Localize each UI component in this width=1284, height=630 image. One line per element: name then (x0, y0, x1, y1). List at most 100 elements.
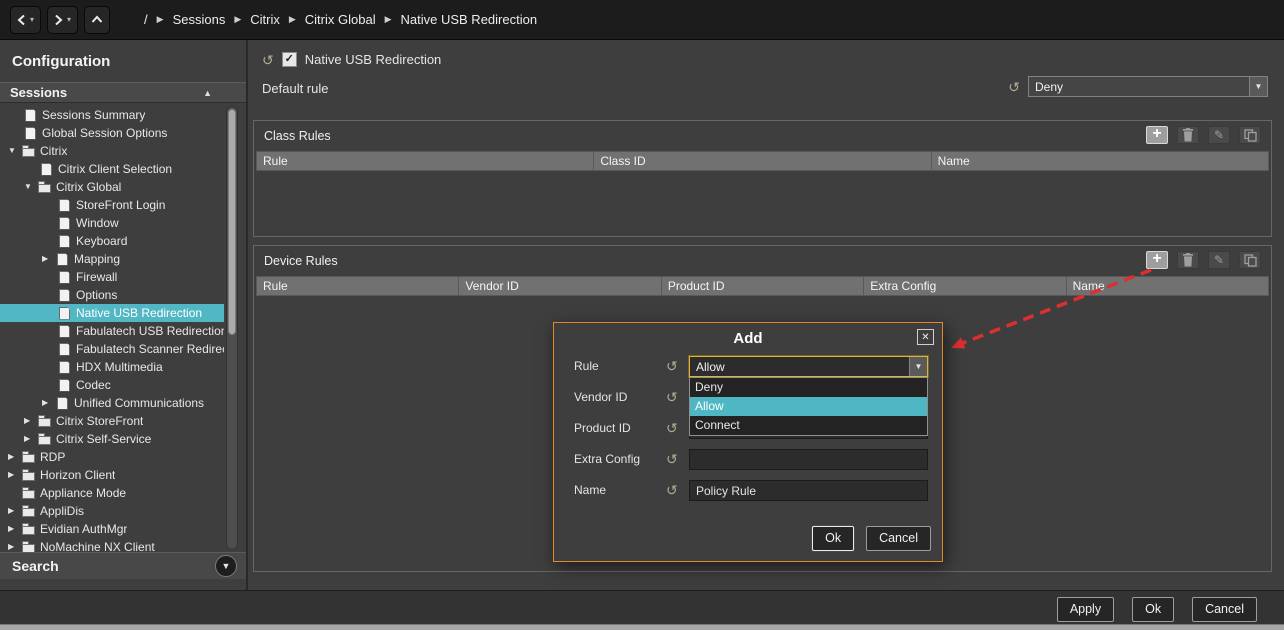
tree-item-label: Citrix Global (56, 180, 121, 194)
default-rule-dropdown[interactable]: Deny ▼ (1028, 76, 1268, 97)
edit-device-rule-button[interactable]: ✎ (1208, 251, 1230, 269)
dropdown-option-allow[interactable]: Allow (690, 397, 927, 416)
tree-item-fabulatech-scanner-redirection[interactable]: Fabulatech Scanner Redirection (0, 340, 224, 358)
tree-item-window[interactable]: Window (0, 214, 224, 232)
column-header-vendor-id[interactable]: Vendor ID (459, 277, 661, 295)
sidebar-scrollbar[interactable] (226, 106, 238, 550)
dropdown-arrow-icon[interactable]: ▼ (1249, 77, 1267, 96)
dialog-close-button[interactable]: ✕ (917, 329, 934, 345)
tree-expand-icon[interactable]: ▶ (8, 453, 22, 461)
tree-item-keyboard[interactable]: Keyboard (0, 232, 224, 250)
extra-config-input[interactable] (689, 449, 928, 470)
breadcrumb-item-citrix-global[interactable]: Citrix Global (305, 12, 376, 27)
breadcrumb-item-sessions[interactable]: Sessions (173, 12, 226, 27)
sidebar-scrollbar-thumb[interactable] (228, 109, 236, 335)
tree-item-rdp[interactable]: ▶RDP (0, 448, 224, 466)
tree-item-options[interactable]: Options (0, 286, 224, 304)
tree-expand-icon[interactable]: ▶ (42, 255, 56, 263)
tree-item-storefront-login[interactable]: StoreFront Login (0, 196, 224, 214)
tree-item-citrix-storefront[interactable]: ▶Citrix StoreFront (0, 412, 224, 430)
tree-item-citrix-client-selection[interactable]: Citrix Client Selection (0, 160, 224, 178)
tree-item-citrix[interactable]: ▼Citrix (0, 142, 224, 160)
collapse-section-icon[interactable]: ▲ (203, 88, 212, 98)
dialog-cancel-button[interactable]: Cancel (866, 526, 931, 551)
native-usb-redirection-checkbox[interactable]: ✓ (282, 52, 297, 67)
add-dialog: Add ✕ Rule ↺ Allow ▼ Vendor ID ↺ Product… (553, 322, 943, 562)
search-section-header[interactable]: Search ▼ (0, 552, 246, 579)
copy-class-rule-button[interactable] (1239, 126, 1261, 144)
expand-search-button[interactable]: ▼ (215, 555, 237, 577)
back-history-caret-icon[interactable]: ▾ (30, 15, 34, 24)
tree-item-citrix-global[interactable]: ▼ Citrix Global (0, 178, 224, 196)
tree-item-appliance-mode[interactable]: Appliance Mode (0, 484, 224, 502)
tree-item-global-session-options[interactable]: Global Session Options (0, 124, 224, 142)
tree-expand-icon[interactable]: ▶ (24, 435, 38, 443)
column-header-extra-config[interactable]: Extra Config (864, 277, 1066, 295)
sessions-section-header[interactable]: Sessions ▲ (0, 82, 246, 103)
delete-device-rule-button[interactable] (1177, 251, 1199, 269)
tree-expand-icon[interactable]: ▶ (24, 417, 38, 425)
tree-item-evidian-authmgr[interactable]: ▶Evidian AuthMgr (0, 520, 224, 538)
tree-item-applidis[interactable]: ▶ AppliDis (0, 502, 224, 520)
tree-collapse-icon[interactable]: ▼ (24, 183, 38, 191)
horizontal-scrollbar[interactable] (0, 624, 1284, 630)
column-header-rule[interactable]: Rule (257, 277, 459, 295)
column-header-product-id[interactable]: Product ID (662, 277, 864, 295)
dropdown-arrow-icon[interactable]: ▼ (909, 357, 927, 376)
tree-item-nomachine-nx-client[interactable]: ▶NoMachine NX Client (0, 538, 224, 552)
edit-class-rule-button[interactable]: ✎ (1208, 126, 1230, 144)
reset-icon[interactable]: ↺ (666, 452, 678, 466)
rule-dropdown[interactable]: Allow ▼ (689, 356, 928, 377)
reset-icon[interactable]: ↺ (1008, 80, 1020, 94)
tree-collapse-icon[interactable]: ▼ (8, 147, 22, 155)
tree-item-sessions-summary[interactable]: Sessions Summary (0, 106, 224, 124)
class-rules-title: Class Rules (264, 129, 331, 143)
column-header-class-id[interactable]: Class ID (594, 152, 931, 170)
column-header-name[interactable]: Name (932, 152, 1268, 170)
dropdown-option-deny[interactable]: Deny (690, 378, 927, 397)
breadcrumb: /▶Sessions▶Citrix▶Citrix Global▶Native U… (144, 12, 537, 27)
tree-item-unified-communications[interactable]: ▶Unified Communications (0, 394, 224, 412)
reset-icon[interactable]: ↺ (666, 359, 678, 373)
column-header-name[interactable]: Name (1067, 277, 1268, 295)
cancel-button[interactable]: Cancel (1192, 597, 1257, 622)
extra-config-field-label: Extra Config (574, 452, 640, 466)
add-device-rule-button[interactable]: + (1146, 251, 1168, 269)
tree-item-label: AppliDis (40, 504, 84, 518)
ok-button[interactable]: Ok (1132, 597, 1174, 622)
reset-icon[interactable]: ↺ (666, 390, 678, 404)
tree-item-mapping[interactable]: ▶ Mapping (0, 250, 224, 268)
tree-expand-icon[interactable]: ▶ (8, 525, 22, 533)
tree-expand-icon[interactable]: ▶ (8, 471, 22, 479)
back-button[interactable]: ▾ (10, 6, 41, 34)
reset-icon[interactable]: ↺ (666, 483, 678, 497)
delete-class-rule-button[interactable] (1177, 126, 1199, 144)
dialog-ok-button[interactable]: Ok (812, 526, 854, 551)
tree-item-label: Mapping (74, 252, 120, 266)
forward-history-caret-icon[interactable]: ▾ (67, 15, 71, 24)
tree-expand-icon[interactable]: ▶ (42, 399, 56, 407)
forward-button[interactable]: ▾ (47, 6, 78, 34)
up-button[interactable] (84, 6, 110, 34)
tree-item-horizon-client[interactable]: ▶Horizon Client (0, 466, 224, 484)
apply-button[interactable]: Apply (1057, 597, 1114, 622)
name-input[interactable] (689, 480, 928, 501)
tree-item-firewall[interactable]: Firewall (0, 268, 224, 286)
tree-item-fabulatech-usb-redirection[interactable]: Fabulatech USB Redirection (0, 322, 224, 340)
dropdown-option-connect[interactable]: Connect (690, 416, 927, 435)
tree-item-native-usb-redirection[interactable]: Native USB Redirection (0, 304, 224, 322)
tree-item-citrix-self-service[interactable]: ▶Citrix Self-Service (0, 430, 224, 448)
column-header-rule[interactable]: Rule (257, 152, 594, 170)
add-class-rule-button[interactable]: + (1146, 126, 1168, 144)
reset-icon[interactable]: ↺ (666, 421, 678, 435)
doc-icon (58, 217, 72, 230)
name-field-row: Name ↺ (554, 480, 942, 501)
tree-expand-icon[interactable]: ▶ (8, 543, 22, 551)
tree-item-codec[interactable]: Codec (0, 376, 224, 394)
tree-item-hdx-multimedia[interactable]: HDX Multimedia (0, 358, 224, 376)
tree-expand-icon[interactable]: ▶ (8, 507, 22, 515)
breadcrumb-item-citrix[interactable]: Citrix (250, 12, 280, 27)
copy-device-rule-button[interactable] (1239, 251, 1261, 269)
breadcrumb-item-native-usb-redirection[interactable]: Native USB Redirection (401, 12, 538, 27)
reset-icon[interactable]: ↺ (262, 53, 274, 67)
